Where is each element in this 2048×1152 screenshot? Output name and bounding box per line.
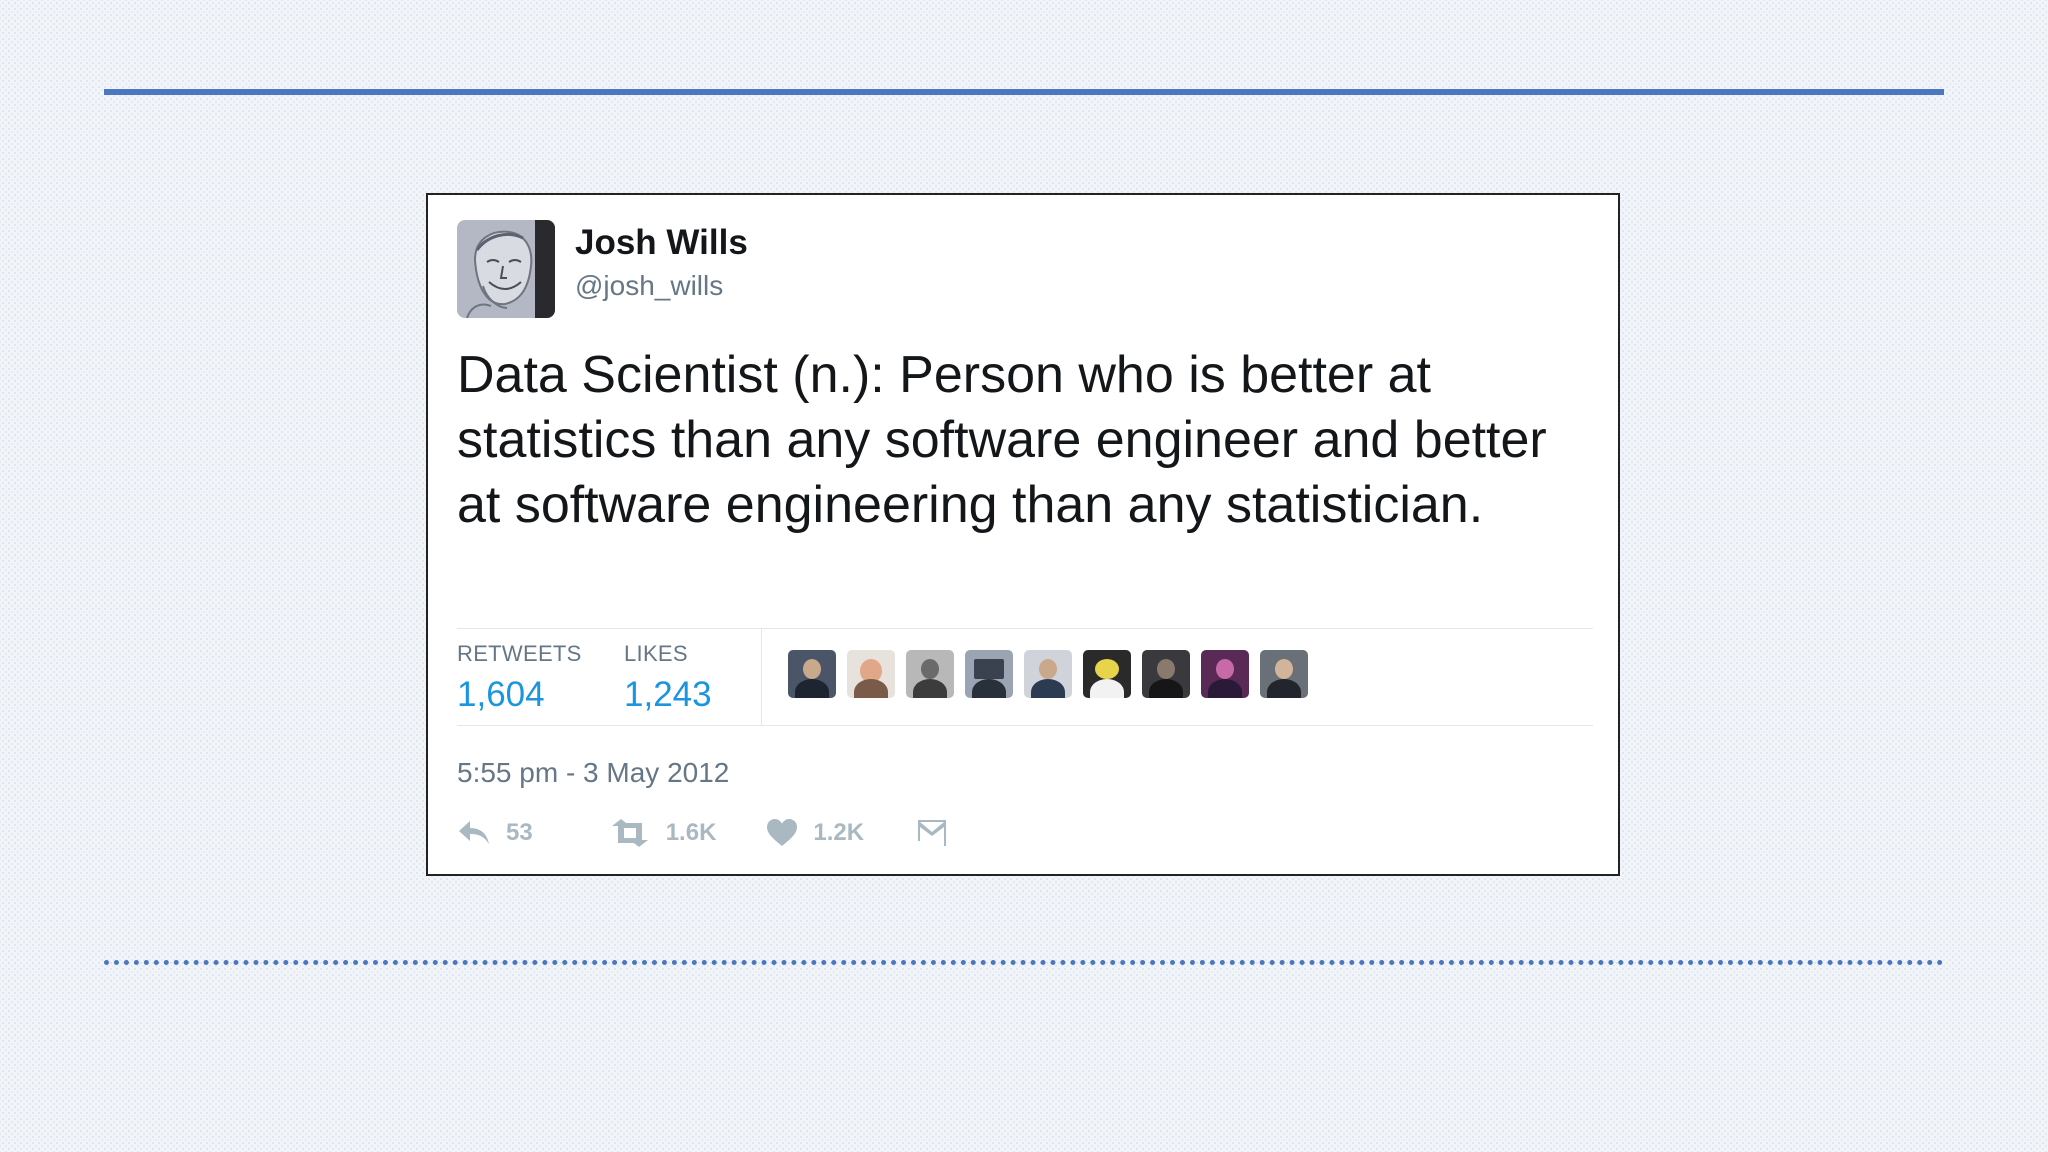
like-count: 1.2K	[813, 819, 865, 846]
slide-top-rule	[104, 89, 1944, 95]
retweets-label: RETWEETS	[457, 641, 582, 666]
liker-avatar[interactable]	[1083, 650, 1131, 698]
envelope-icon	[918, 820, 947, 846]
retweet-icon	[611, 819, 648, 847]
liker-avatar[interactable]	[1201, 650, 1249, 698]
likes-count: 1,243	[624, 675, 712, 714]
liker-avatar[interactable]	[965, 650, 1013, 698]
tweet-stats: RETWEETS 1,604 LIKES 1,243	[457, 628, 1593, 726]
tweet-card: Josh Wills @josh_wills Data Scientist (n…	[426, 193, 1620, 876]
slide-bottom-rule	[104, 960, 1944, 965]
retweets-stat[interactable]: RETWEETS 1,604	[457, 641, 582, 715]
tweet-timestamp[interactable]: 5:55 pm - 3 May 2012	[457, 757, 729, 789]
retweets-count: 1,604	[457, 675, 545, 714]
author-name[interactable]: Josh Wills	[575, 223, 748, 263]
liker-avatar[interactable]	[847, 650, 895, 698]
tweet-text: Data Scientist (n.): Person who is bette…	[457, 346, 1547, 534]
likes-label: LIKES	[624, 641, 688, 666]
retweet-button[interactable]: 1.6K	[609, 819, 717, 847]
reply-button[interactable]: 53	[457, 819, 533, 847]
liker-avatar[interactable]	[788, 650, 836, 698]
retweet-count: 1.6K	[665, 819, 717, 846]
reply-count: 53	[506, 819, 533, 846]
reply-icon	[459, 821, 489, 844]
likes-stat[interactable]: LIKES 1,243	[624, 641, 712, 715]
heart-icon	[767, 819, 798, 846]
liker-avatar[interactable]	[906, 650, 954, 698]
liker-avatar[interactable]	[1024, 650, 1072, 698]
tweet-actions: 53 1.6K 1.2K	[457, 815, 948, 851]
liker-avatars	[788, 650, 1319, 698]
author-avatar[interactable]	[457, 220, 555, 318]
liker-avatar[interactable]	[1142, 650, 1190, 698]
like-button[interactable]: 1.2K	[766, 819, 864, 847]
liker-avatar[interactable]	[1260, 650, 1308, 698]
direct-message-button[interactable]	[916, 819, 948, 847]
author-handle[interactable]: @josh_wills	[575, 270, 723, 302]
stats-divider	[761, 629, 762, 725]
